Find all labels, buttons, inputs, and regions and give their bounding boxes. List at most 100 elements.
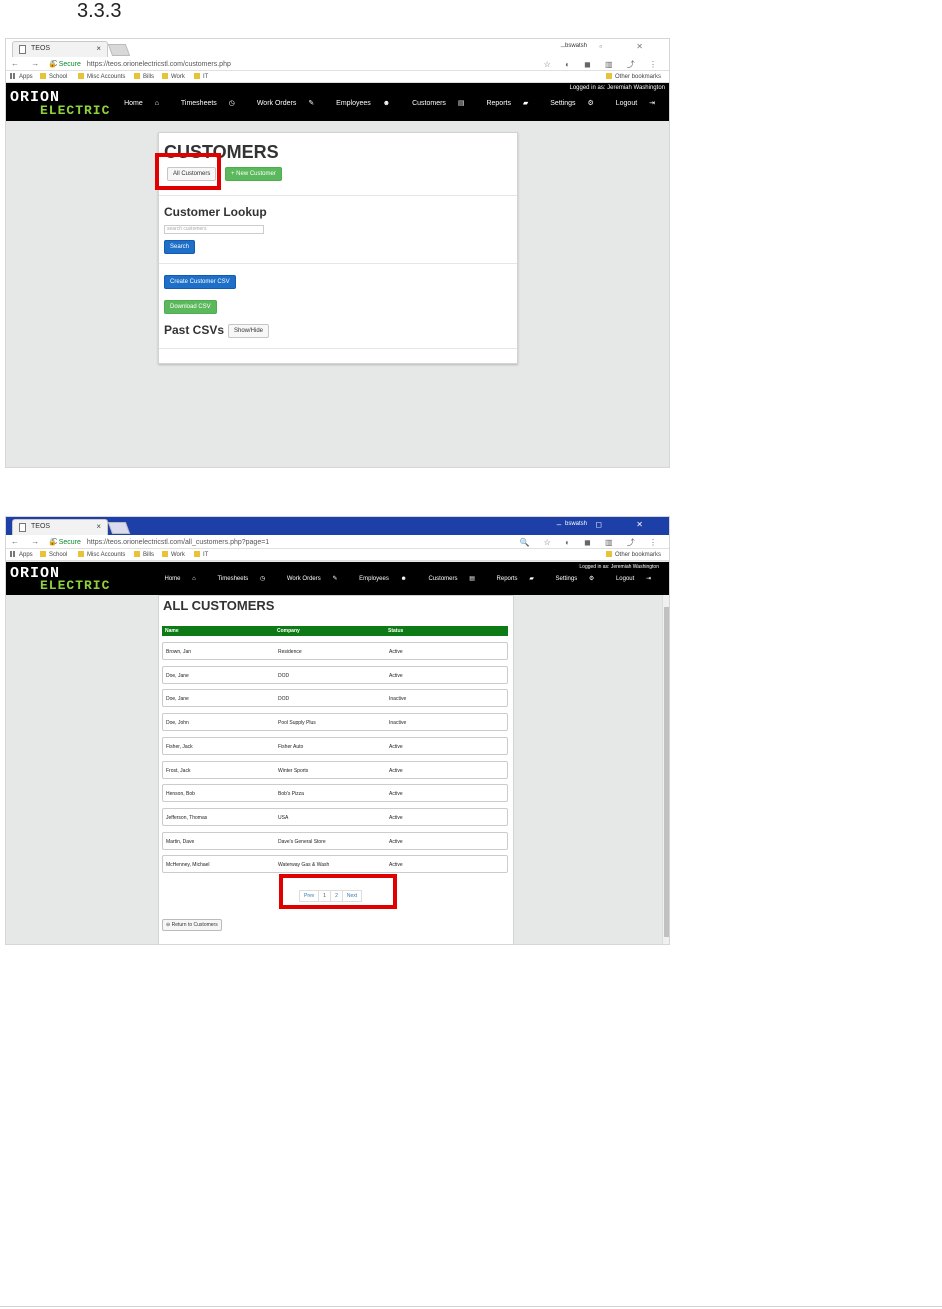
- bookmark-it[interactable]: IT: [194, 551, 208, 558]
- search-button[interactable]: Search: [164, 240, 196, 254]
- bookmark-work[interactable]: Work: [162, 73, 185, 80]
- table-row[interactable]: Fisher, Jack Fisher Auto Active: [162, 736, 508, 755]
- folder-icon: [134, 73, 140, 79]
- nav-customers[interactable]: Customers ▤: [402, 100, 464, 107]
- group-icon: ☻: [382, 100, 391, 107]
- nav-logout[interactable]: Logout ⇥: [606, 100, 655, 107]
- nav-home[interactable]: Home ⌂: [114, 100, 159, 107]
- nav-settings[interactable]: Settings ⚙: [546, 576, 595, 582]
- folder-icon: [78, 73, 84, 79]
- show-hide-button[interactable]: Show/Hide: [228, 324, 270, 338]
- table-row[interactable]: Jefferson, Thomas USA Active: [162, 807, 508, 826]
- nav-home[interactable]: Home ⌂: [154, 576, 195, 582]
- bookmark-bills[interactable]: Bills: [134, 73, 154, 80]
- window-controls[interactable]: – ◻ ✕: [557, 520, 659, 529]
- cell-status: Active: [389, 814, 403, 821]
- folder-icon: [606, 73, 612, 79]
- window-controls[interactable]: – ▫ ✕: [561, 42, 659, 51]
- cell-company: Residence: [278, 649, 302, 655]
- clock-icon: ◷: [228, 100, 235, 107]
- nav-timesheets[interactable]: Timesheets ◷: [207, 576, 265, 582]
- main-nav: Home ⌂ Timesheets ◷ Work Orders ✎ Employ…: [104, 99, 655, 107]
- bookmark-it[interactable]: IT: [194, 73, 208, 80]
- bookmark-school[interactable]: School: [40, 551, 67, 558]
- divider: [159, 348, 517, 349]
- secure-label: Secure: [58, 61, 81, 68]
- logged-in-label: Logged in as: Jeremiah Washington: [579, 564, 659, 570]
- table-row[interactable]: Doe, Jane DOD Inactive: [162, 689, 508, 708]
- logo-electric[interactable]: ELECTRIC: [40, 578, 110, 593]
- apps-grid-icon: [10, 73, 16, 79]
- divider: [159, 195, 517, 196]
- nav-timesheets[interactable]: Timesheets ◷: [171, 100, 235, 107]
- nav-customers[interactable]: Customers ▤: [419, 576, 475, 582]
- bookmark-apps[interactable]: Apps: [10, 73, 33, 80]
- new-tab-button[interactable]: [107, 44, 131, 56]
- cell-name: Martin, Dave: [166, 838, 195, 845]
- new-customer-button[interactable]: + New Customer: [225, 167, 282, 181]
- scrollbar-thumb[interactable]: [664, 607, 669, 937]
- table-row[interactable]: McHenney, Michael Waterway Gas & Wash Acti…: [162, 855, 508, 874]
- toolbar-icons[interactable]: ☆ ◐ ◼ ▥ ⤴ ⋮: [544, 59, 663, 70]
- bookmark-bills[interactable]: Bills: [134, 551, 154, 558]
- tab-close-icon[interactable]: ×: [96, 522, 101, 531]
- nav-settings[interactable]: Settings ⚙: [540, 100, 594, 107]
- bookmarks-bar: Apps School Misc Accounts Bills Work IT …: [6, 71, 669, 83]
- folder-icon: [78, 551, 84, 557]
- bookmark-school[interactable]: School: [40, 73, 67, 80]
- table-row[interactable]: Martin, Dave Dave's General Store Active: [162, 831, 508, 850]
- table-row[interactable]: Frost, Jack Winter Sports Active: [162, 760, 508, 779]
- url-field[interactable]: 🔒 Secure https://teos.orionelectricstl.com…: [48, 58, 608, 69]
- nav-logout[interactable]: Logout ⇥: [606, 576, 651, 582]
- browser-tab[interactable]: TEOS ×: [12, 519, 108, 535]
- site-header: ORION ELECTRIC Logged in as: Jeremiah Wa…: [6, 83, 669, 121]
- home-icon: ⌂: [154, 100, 159, 107]
- table-row[interactable]: Brown, Jan Residence Active: [162, 642, 508, 660]
- table-row[interactable]: Henson, Bob Bob's Pizza Active: [162, 784, 508, 803]
- bookmark-work[interactable]: Work: [162, 551, 185, 558]
- folder-icon: [194, 551, 200, 557]
- bookmark-misc-accounts[interactable]: Misc Accounts: [78, 551, 125, 558]
- new-tab-button[interactable]: [107, 522, 131, 534]
- lookup-heading: Customer Lookup: [164, 205, 267, 219]
- browser-tab-bar: TEOS × bswatsh – ◻ ✕: [6, 517, 669, 535]
- folder-icon: [134, 551, 140, 557]
- url-text: https://teos.orionelectricstl.com/all_cu…: [86, 539, 270, 546]
- nav-work-orders[interactable]: Work Orders ✎: [247, 100, 314, 107]
- toolbar-icons[interactable]: 🔍 ☆ ◐ ◼ ▥ ⤴ ⋮: [520, 537, 664, 548]
- logo-electric[interactable]: ELECTRIC: [40, 103, 110, 118]
- nav-work-orders[interactable]: Work Orders ✎: [277, 576, 338, 582]
- logout-icon: ⇥: [645, 576, 651, 582]
- main-nav: Home ⌂ Timesheets ◷ Work Orders ✎ Employ…: [144, 575, 651, 582]
- cell-company: DOD: [278, 672, 290, 679]
- nav-reports[interactable]: Reports ▰: [487, 576, 534, 582]
- cell-status: Active: [389, 649, 403, 655]
- column-header-name[interactable]: Name: [165, 628, 179, 634]
- nav-reports[interactable]: Reports ▰: [476, 100, 528, 107]
- folder-icon: [162, 551, 168, 557]
- bookmark-other[interactable]: Other bookmarks: [606, 551, 661, 558]
- table-row[interactable]: Doe, Jane DOD Active: [162, 665, 508, 684]
- logout-icon: ⇥: [649, 100, 655, 107]
- create-csv-button[interactable]: Create Customer CSV: [164, 275, 236, 289]
- bookmark-other[interactable]: Other bookmarks: [606, 73, 661, 80]
- divider: [159, 263, 517, 264]
- tab-close-icon[interactable]: ×: [96, 44, 101, 53]
- edit-icon: ✎: [332, 576, 338, 582]
- column-header-status[interactable]: Status: [388, 628, 403, 634]
- browser-tab[interactable]: TEOS ×: [12, 41, 108, 57]
- nav-employees[interactable]: Employees ☻: [326, 100, 390, 107]
- return-to-customers-button[interactable]: ⊖ Return to Customers: [162, 919, 222, 931]
- search-input[interactable]: search customers: [164, 225, 264, 234]
- table-row[interactable]: Doe, John Pool Supply Plus Inactive: [162, 713, 508, 732]
- bookmark-misc-accounts[interactable]: Misc Accounts: [78, 73, 125, 80]
- scrollbar[interactable]: [662, 595, 669, 944]
- section-number: 3.3.3: [77, 0, 122, 22]
- nav-employees[interactable]: Employees ☻: [349, 576, 407, 582]
- column-header-company[interactable]: Company: [277, 628, 300, 634]
- lock-icon: 🔒: [48, 539, 57, 546]
- download-csv-button[interactable]: Download CSV: [164, 300, 217, 314]
- highlight-pagination: [279, 874, 397, 909]
- cell-company: DOD: [278, 696, 290, 703]
- bookmark-apps[interactable]: Apps: [10, 551, 33, 558]
